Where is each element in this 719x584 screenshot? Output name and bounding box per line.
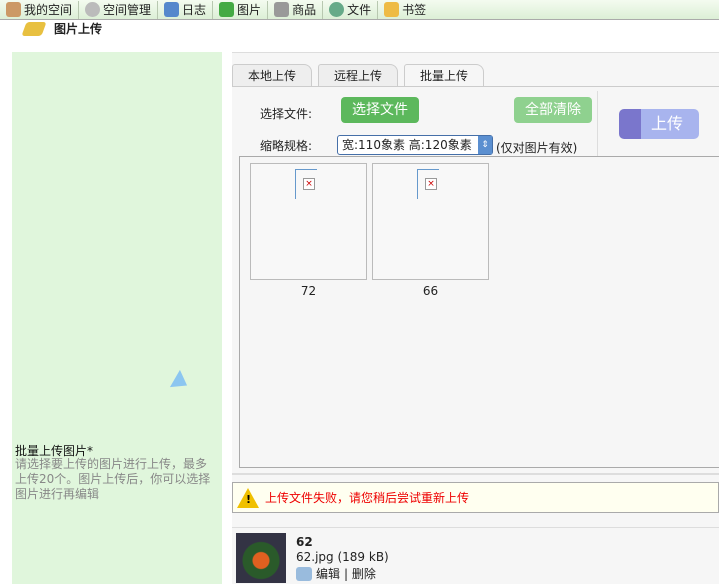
tab-batch-upload[interactable]: 批量上传: [404, 64, 485, 87]
nav-files[interactable]: 文件: [323, 0, 379, 19]
divider: [232, 527, 719, 528]
file-thumbnail[interactable]: [236, 533, 286, 583]
select-file-label: 选择文件:: [260, 107, 313, 121]
broken-image-icon: ×: [303, 178, 315, 190]
nav-products[interactable]: 商品: [268, 0, 324, 19]
blog-edit-icon: [164, 2, 180, 17]
edit-pencil-icon: [296, 566, 312, 581]
top-nav: 我的空间 空间管理 日志 图片 商品 文件 书签: [0, 0, 719, 20]
divider: [232, 473, 719, 475]
home-icon: [6, 2, 21, 17]
file-globe-icon: [329, 2, 345, 17]
error-message: ! 上传文件失败，请您稍后尝试重新上传: [232, 482, 719, 513]
broken-image-icon: ×: [425, 178, 437, 190]
gear-icon: [85, 2, 101, 17]
nav-bookmarks[interactable]: 书签: [378, 1, 432, 19]
mouse-cursor-icon: [169, 369, 193, 395]
file-name: 62: [296, 535, 313, 549]
page-title: 图片上传: [54, 22, 103, 36]
notepad-icon: [21, 21, 47, 36]
nav-blog[interactable]: 日志: [158, 0, 214, 19]
nav-images[interactable]: 图片: [213, 0, 269, 19]
divider: [232, 86, 719, 87]
spinner-arrows-icon: ⇕: [478, 136, 492, 154]
nav-my-space[interactable]: 我的空间: [0, 0, 80, 19]
cart-icon: [274, 2, 290, 17]
help-description: 请选择要上传的图片进行上传，最多上传20个。图片上传后，你可以选择图片进行再编辑: [15, 457, 211, 501]
upload-panel: 本地上传 远程上传 批量上传 选择文件: 选择文件 全部清除 上传 缩略规格: …: [232, 52, 719, 584]
nav-space-manage[interactable]: 空间管理: [79, 0, 159, 19]
thumb-size-label: 缩略规格:: [260, 139, 313, 153]
thumbnail[interactable]: ×: [372, 163, 489, 280]
thumbnail-label: 66: [422, 284, 439, 298]
thumbnail[interactable]: ×: [250, 163, 367, 280]
file-info: 62.jpg (189 kB): [296, 550, 389, 564]
tab-local-upload[interactable]: 本地上传: [232, 64, 313, 86]
thumb-size-note: (仅对图片有效): [496, 141, 578, 155]
thumbnail-label: 72: [300, 284, 317, 298]
image-add-icon: [219, 2, 235, 17]
delete-link[interactable]: | 删除: [344, 565, 376, 582]
clear-all-button[interactable]: 全部清除: [514, 97, 592, 123]
thumb-size-select[interactable]: 宽:110象素 高:120象素 ⇕: [337, 135, 493, 155]
warning-icon: !: [237, 487, 259, 508]
divider: [597, 91, 598, 157]
bookmark-star-icon: [384, 2, 400, 17]
tab-remote-upload[interactable]: 远程上传: [318, 64, 399, 86]
edit-link[interactable]: 编辑: [316, 565, 340, 582]
upload-queue-area: × 72 × 66: [239, 156, 719, 468]
select-file-button[interactable]: 选择文件: [341, 97, 419, 123]
sidebar-help: 批量上传图片* 请选择要上传的图片进行上传，最多上传20个。图片上传后，你可以选…: [12, 52, 222, 584]
page-header: 图片上传: [21, 20, 103, 37]
upload-button[interactable]: 上传: [619, 109, 699, 139]
